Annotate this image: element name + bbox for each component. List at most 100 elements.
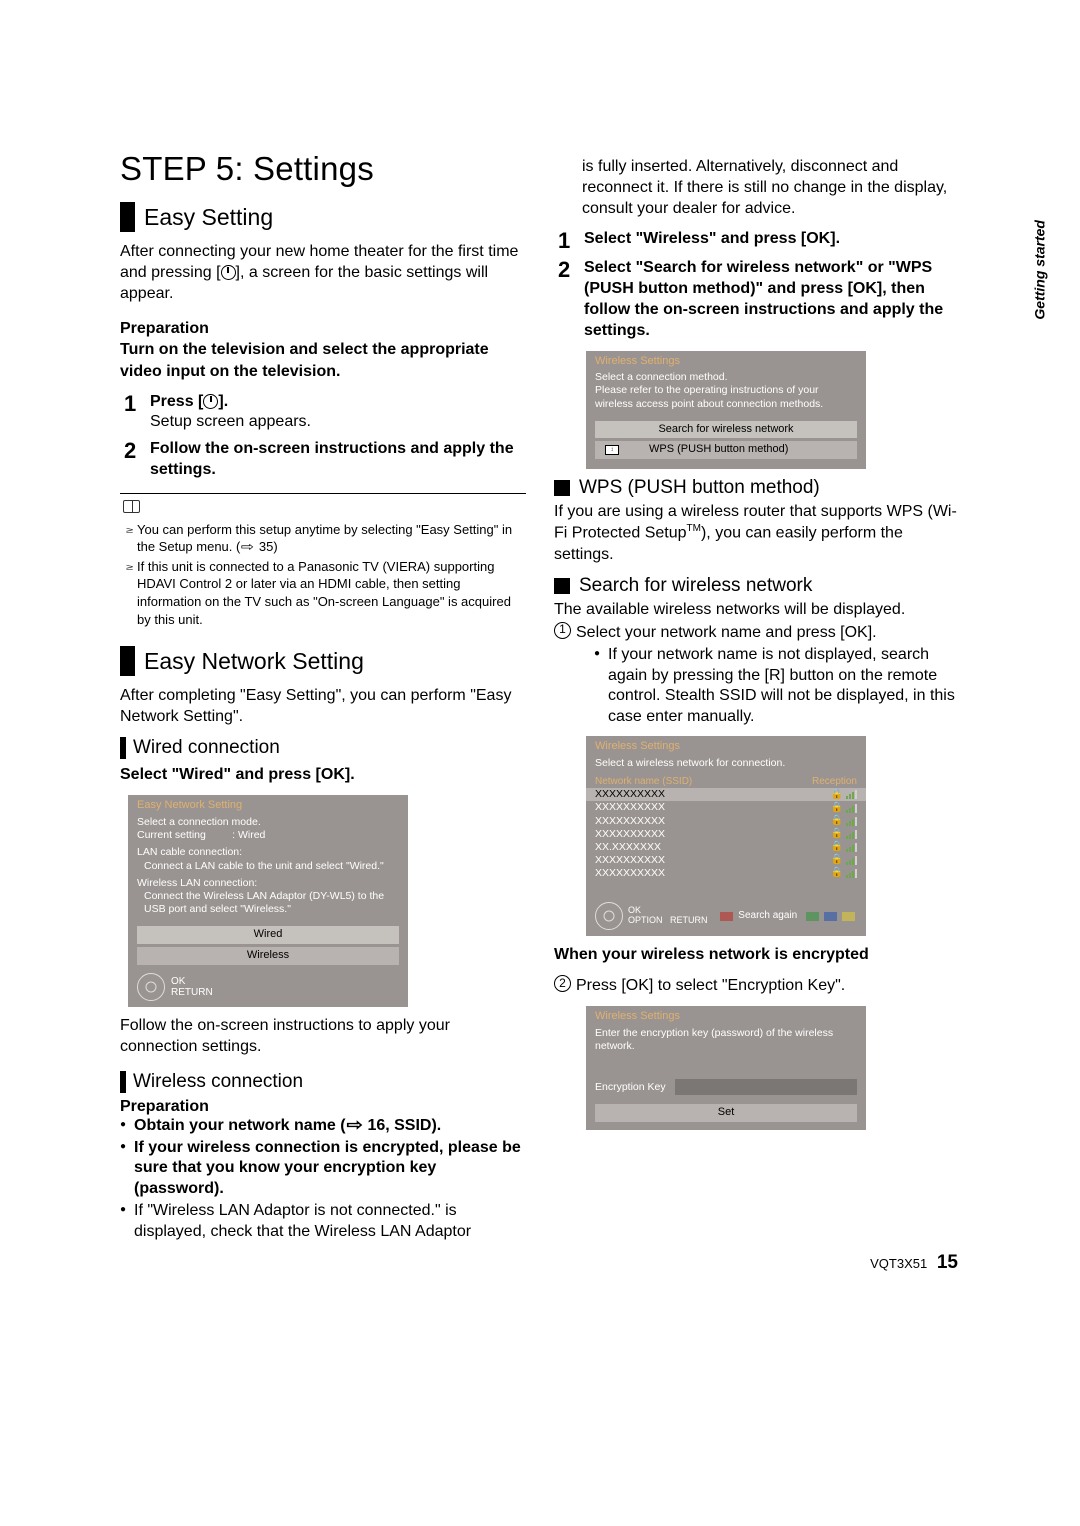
wireless-step-2: 2 Select "Search for wireless network" o… <box>558 258 960 341</box>
color-g-icon <box>806 912 819 921</box>
nav-wheel-icon <box>595 902 623 930</box>
easy-network-intro: After completing "Easy Setting", you can… <box>120 685 526 727</box>
ui-nav-labels: OK RETURN <box>171 976 213 998</box>
preparation-label: Preparation <box>120 320 209 337</box>
bullet-item: If "Wireless LAN Adaptor is not connecte… <box>120 1201 526 1243</box>
sub-bullet-bar <box>120 737 126 759</box>
ui-line: Select a connection method. <box>595 371 857 384</box>
step-body: Select "Search for wireless network" or … <box>584 258 960 341</box>
ui-wireless-method: Wireless Settings Select a connection me… <box>586 351 866 470</box>
ui-encryption-row: Encryption Key <box>586 1075 866 1099</box>
ui-line: LAN cable connection: <box>137 846 399 859</box>
lock-icon: 🔒 <box>831 841 843 854</box>
ui-network-row: XXXXXXXXXX🔒 <box>586 828 866 841</box>
wireless-connection-heading: Wireless connection <box>120 1071 526 1093</box>
sub-step-text: Select your network name and press [OK]. <box>576 622 877 643</box>
wps-mini-icon: ↕ <box>605 445 619 455</box>
ui-line: Select a connection mode. <box>137 816 399 829</box>
right-column: is fully inserted. Alternatively, discon… <box>554 150 960 1244</box>
ui-set-button: Set <box>595 1104 857 1122</box>
hdr-reception: Reception <box>812 776 857 789</box>
sq-heading-text: Search for wireless network <box>579 575 812 597</box>
ui-option-wired: Wired <box>137 926 399 944</box>
ui-line: Wireless LAN connection: <box>137 877 399 890</box>
ui-body: Select a wireless network for connection… <box>586 756 866 770</box>
ui-title: Easy Network Setting <box>128 795 408 815</box>
signal-icon <box>846 869 857 878</box>
page-footer: VQT3X51 15 <box>870 1252 958 1274</box>
lock-icon: 🔒 <box>831 867 843 880</box>
ui-table-header: Network name (SSID) Reception <box>586 776 866 789</box>
search-again-label: Search again <box>738 910 797 923</box>
ui-wireless-encryption: Wireless Settings Enter the encryption k… <box>586 1006 866 1130</box>
wireless-steps: 1 Select "Wireless" and press [OK]. 2 Se… <box>558 229 960 341</box>
color-y-icon <box>842 912 855 921</box>
wired-instruction: Select "Wired" and press [OK]. <box>120 764 526 785</box>
wireless-prep-bullets: Obtain your network name (⇨ 16, SSID). I… <box>120 1116 526 1243</box>
note-item: You can perform this setup anytime by se… <box>126 521 526 556</box>
lock-icon: 🔒 <box>831 828 843 841</box>
wps-heading: WPS (PUSH button method) <box>554 477 960 499</box>
ui-line: Connect a LAN cable to the unit and sele… <box>137 860 399 873</box>
divider <box>120 493 526 494</box>
note-book-icon <box>123 500 140 513</box>
step-number: 2 <box>558 258 584 281</box>
step-body: Select "Wireless" and press [OK]. <box>584 229 840 250</box>
step-body: Follow the on-screen instructions and ap… <box>150 439 526 481</box>
ui-footer: OK RETURN <box>128 969 408 1007</box>
preparation-text: Turn on the television and select the ap… <box>120 341 489 379</box>
step-number: 1 <box>558 229 584 252</box>
heading-bullet-box <box>120 202 135 232</box>
ui-body: Enter the encryption key (password) of t… <box>586 1026 866 1057</box>
page-columns: STEP 5: Settings Easy Setting After conn… <box>120 150 960 1244</box>
sub-heading-text: Wireless connection <box>133 1071 303 1093</box>
easy-setting-intro: After connecting your new home theater f… <box>120 241 526 304</box>
circled-1-icon: 1 <box>554 622 571 639</box>
ui-network-row: XXXXXXXXXX🔒 <box>586 788 866 801</box>
hdr-ssid: Network name (SSID) <box>595 776 812 789</box>
circled-2-icon: 2 <box>554 975 571 992</box>
bullet-item: If your wireless connection is encrypted… <box>120 1138 526 1200</box>
ui-title: Wireless Settings <box>586 736 866 756</box>
lock-icon: 🔒 <box>831 802 843 815</box>
search-note-bullets: If your network name is not displayed, s… <box>594 645 960 728</box>
step-number: 2 <box>124 439 150 462</box>
note-item: If this unit is connected to a Panasonic… <box>126 558 526 628</box>
ui-title: Wireless Settings <box>586 351 866 371</box>
ui-footer: OK OPTION RETURN Search again <box>586 898 866 936</box>
sq-heading-text: WPS (PUSH button method) <box>579 477 820 499</box>
page-number: 15 <box>937 1252 958 1273</box>
ui-title: Wireless Settings <box>586 1006 866 1026</box>
wired-connection-heading: Wired connection <box>120 737 526 759</box>
search-sub2: 2 Press [OK] to select "Encryption Key". <box>554 975 960 996</box>
ui-option-wireless: Wireless <box>137 947 399 965</box>
step-desc: Setup screen appears. <box>150 413 311 430</box>
easy-setting-notes: You can perform this setup anytime by se… <box>120 521 526 628</box>
search-sub1: 1 Select your network name and press [OK… <box>554 622 960 643</box>
heading-bullet-box <box>120 646 135 676</box>
left-column: STEP 5: Settings Easy Setting After conn… <box>120 150 526 1244</box>
ui-nav-labels: OK OPTION RETURN <box>628 906 708 926</box>
easy-network-heading: Easy Network Setting <box>120 646 526 676</box>
square-bullet-icon <box>554 480 570 496</box>
preparation-block: Preparation Turn on the television and s… <box>120 318 526 381</box>
heading-text: Easy Setting <box>144 204 273 231</box>
encrypted-heading: When your wireless network is encrypted <box>554 944 960 965</box>
encryption-label: Encryption Key <box>595 1081 666 1094</box>
page-title: STEP 5: Settings <box>120 150 526 188</box>
easy-setting-steps: 1 Press []. Setup screen appears. 2 Foll… <box>124 392 526 481</box>
ui-line: Enter the encryption key (password) of t… <box>595 1027 857 1053</box>
power-icon <box>221 265 236 280</box>
wireless-step-1: 1 Select "Wireless" and press [OK]. <box>558 229 960 252</box>
signal-icon <box>846 804 857 813</box>
wireless-prep-label: Preparation <box>120 1098 526 1116</box>
wired-follow: Follow the on-screen instructions to app… <box>120 1015 526 1057</box>
step-1: 1 Press []. Setup screen appears. <box>124 392 526 434</box>
easy-setting-heading: Easy Setting <box>120 202 526 232</box>
ui-line: Select a wireless network for connection… <box>595 757 857 770</box>
ui-line: Please refer to the operating instructio… <box>595 384 857 410</box>
step-body: Press []. Setup screen appears. <box>150 392 311 434</box>
signal-icon <box>846 817 857 826</box>
ui-wireless-network-list: Wireless Settings Select a wireless netw… <box>586 736 866 936</box>
sub-heading-text: Wired connection <box>133 737 280 759</box>
